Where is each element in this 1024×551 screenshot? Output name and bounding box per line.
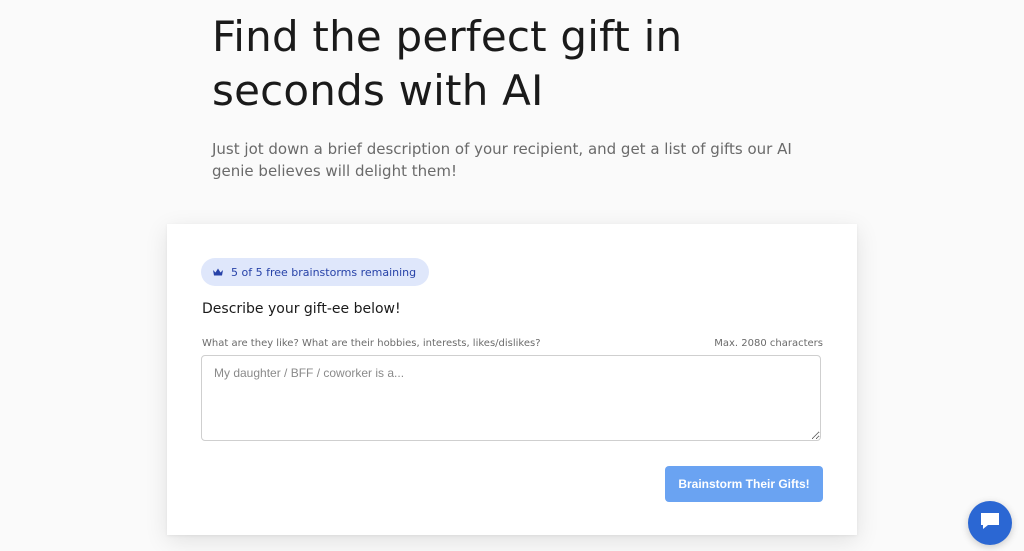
- recipient-description-input[interactable]: [201, 355, 821, 441]
- chat-bubble-icon: [979, 511, 1001, 535]
- hero-section: Find the perfect gift in seconds with AI…: [212, 10, 812, 182]
- page-subtitle: Just jot down a brief description of you…: [212, 140, 792, 180]
- max-characters-hint: Max. 2080 characters: [714, 338, 823, 349]
- form-heading: Describe your gift-ee below!: [202, 301, 401, 317]
- gift-form-card: 5 of 5 free brainstorms remaining Descri…: [167, 224, 857, 535]
- page-title-line-2: seconds with AI: [212, 66, 544, 115]
- crown-icon: [212, 267, 224, 277]
- page-title: Find the perfect gift in seconds with AI: [212, 10, 812, 118]
- badge-label: 5 of 5 free brainstorms remaining: [231, 265, 417, 279]
- brainstorm-gifts-button[interactable]: Brainstorm Their Gifts!: [665, 466, 823, 502]
- brainstorms-remaining-badge: 5 of 5 free brainstorms remaining: [201, 258, 430, 286]
- chat-launcher-button[interactable]: [968, 501, 1012, 545]
- description-field-label: What are they like? What are their hobbi…: [202, 338, 541, 349]
- page-title-line-1: Find the perfect gift in: [212, 12, 683, 61]
